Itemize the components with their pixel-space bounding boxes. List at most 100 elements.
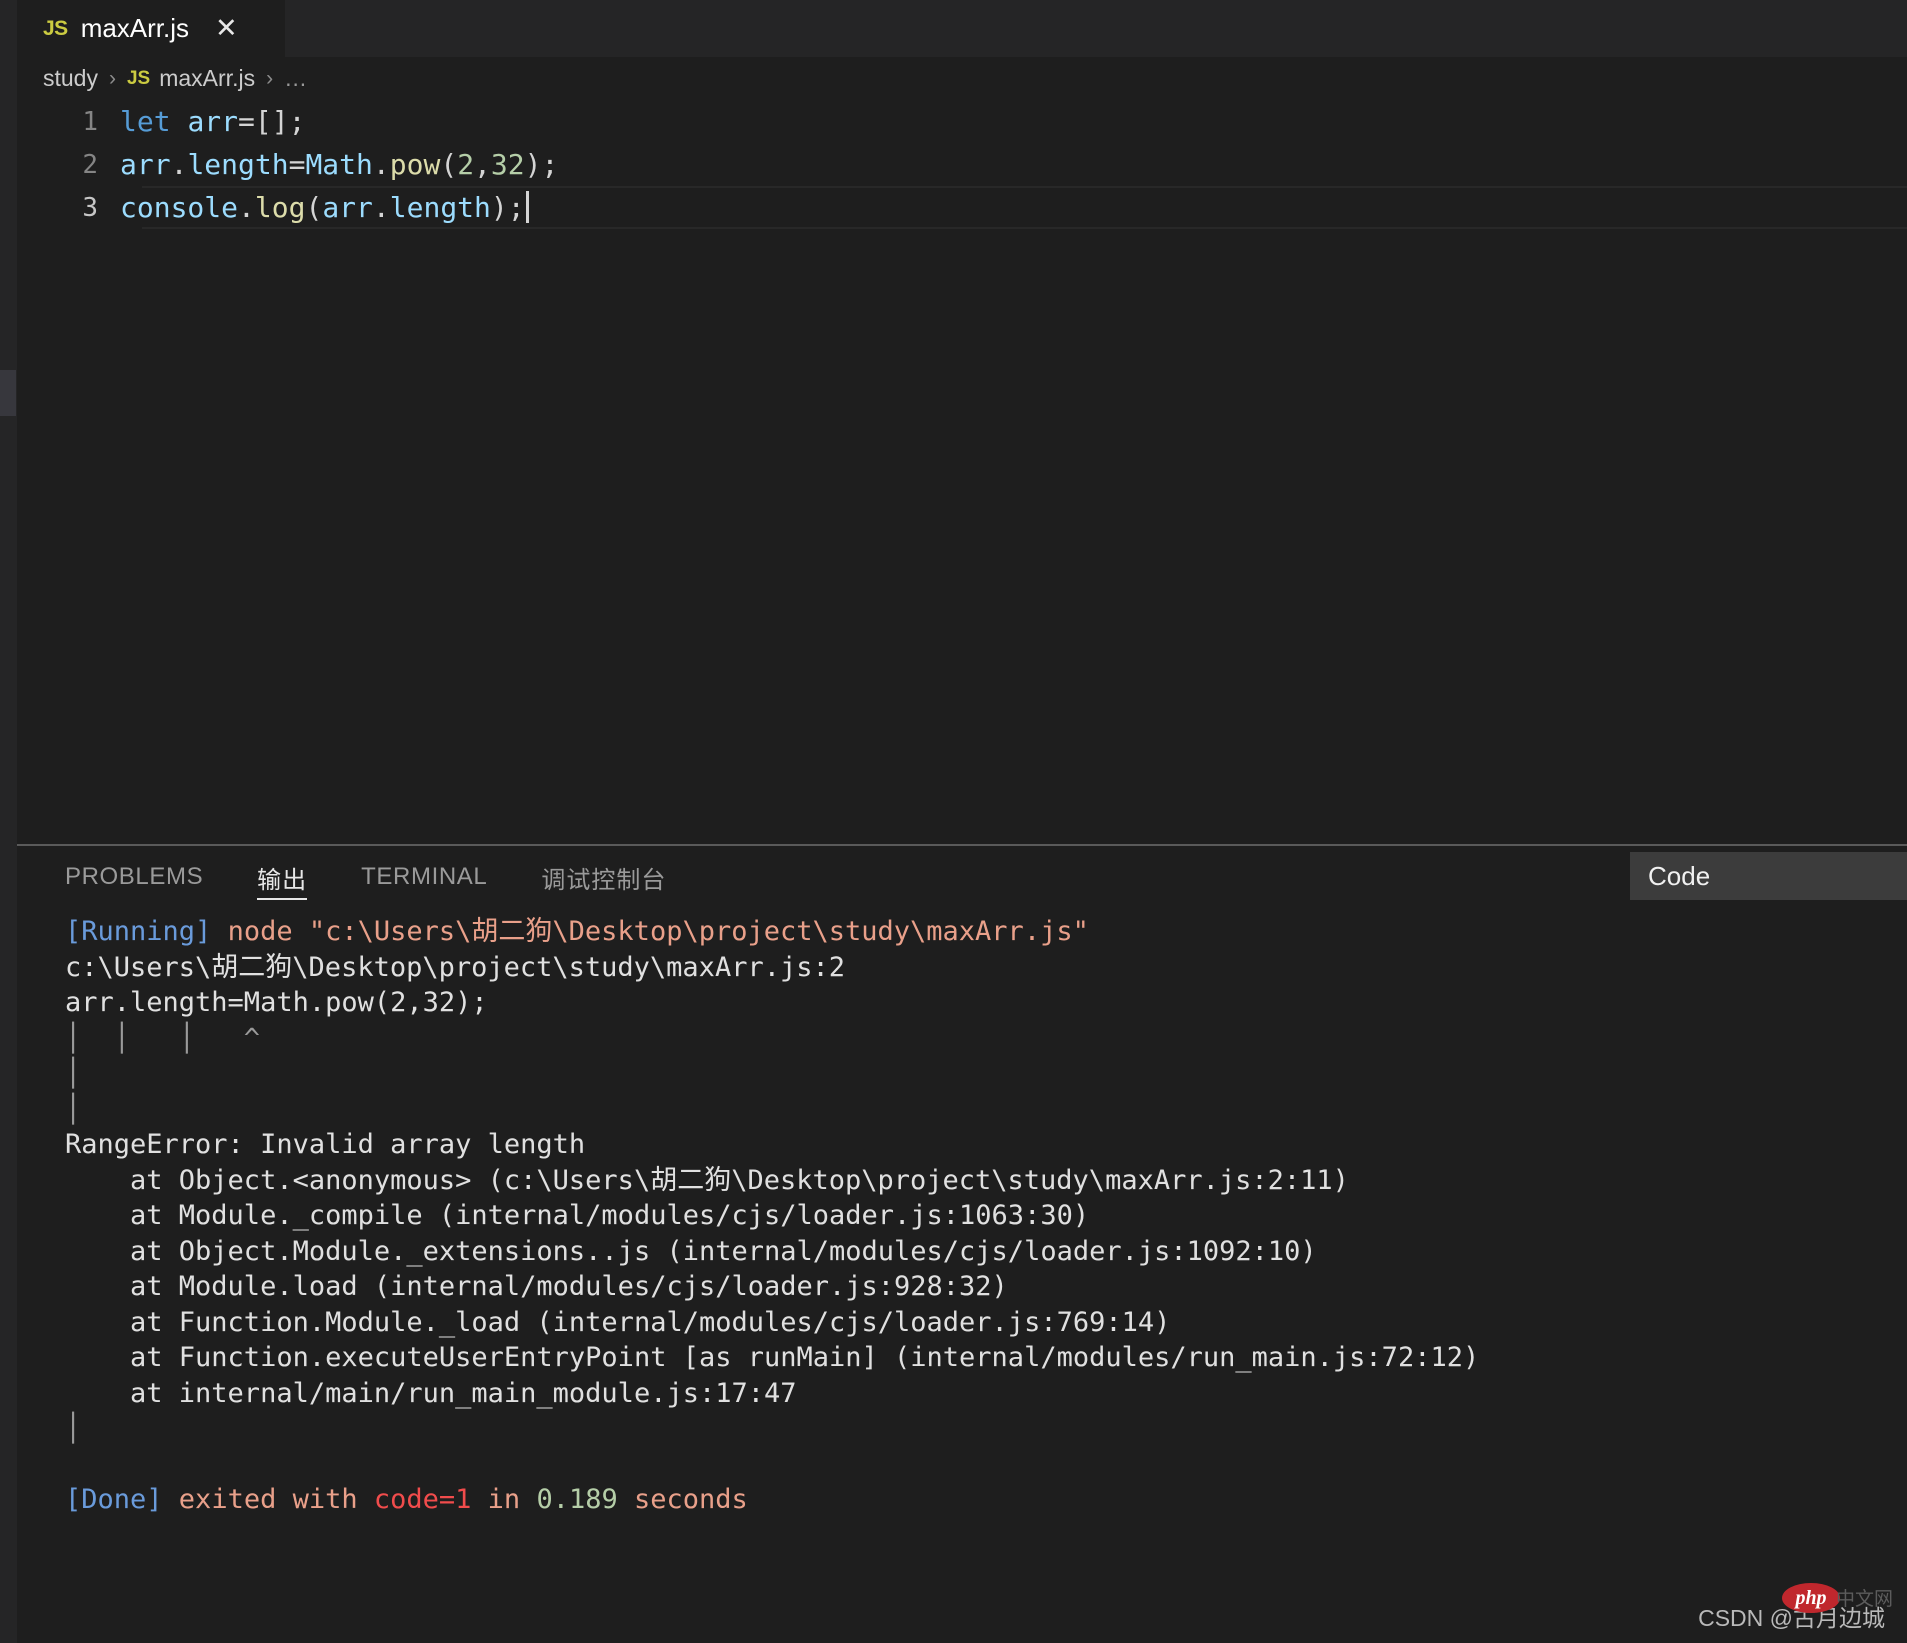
output-line: at Module._compile (internal/modules/cjs… bbox=[65, 1198, 1897, 1234]
code-token: , bbox=[474, 148, 491, 181]
code-lines: 1 let arr=[]; 2 arr.length=Math.pow(2,32); 3… bbox=[17, 100, 1907, 229]
output-segment: [Running] bbox=[65, 916, 212, 947]
panel-tab-3[interactable]: 调试控制台 bbox=[541, 846, 666, 908]
output-segment: at Module._compile (internal/modules/cjs… bbox=[65, 1200, 1090, 1231]
code-token: . bbox=[170, 148, 188, 181]
output-segment: seconds bbox=[617, 1484, 748, 1515]
output-console[interactable]: [Running] node "c:\Users\胡二狗\Desktop\pro… bbox=[65, 914, 1897, 1518]
output-line: at internal/main/run_main_module.js:17:4… bbox=[65, 1376, 1897, 1412]
output-line: at Object.Module._extensions..js (intern… bbox=[65, 1234, 1897, 1270]
output-segment: RangeError: Invalid array length bbox=[65, 1129, 586, 1160]
output-line: │ │ │ ^ bbox=[65, 1021, 1897, 1057]
code-token: . bbox=[372, 190, 390, 224]
output-segment bbox=[211, 916, 227, 947]
code-line[interactable]: 2 arr.length=Math.pow(2,32); bbox=[17, 143, 1907, 186]
output-line: c:\Users\胡二狗\Desktop\project\study\maxAr… bbox=[65, 950, 1897, 986]
code-text: let arr=[]; bbox=[120, 105, 305, 138]
output-segment: exited with bbox=[162, 1484, 374, 1515]
chevron-right-icon: › bbox=[108, 66, 116, 90]
output-line: │ bbox=[65, 1056, 1897, 1092]
breadcrumb-file[interactable]: maxArr.js bbox=[159, 65, 255, 92]
code-line[interactable]: 1 let arr=[]; bbox=[17, 100, 1907, 143]
code-token: ); bbox=[524, 148, 559, 181]
output-channel-label: Code bbox=[1648, 860, 1711, 891]
output-segment: c:\Users\胡二狗\Desktop\project\study\maxAr… bbox=[65, 951, 845, 983]
code-token: ( bbox=[440, 148, 458, 181]
code-token: = bbox=[288, 148, 306, 181]
chevron-right-icon: › bbox=[266, 66, 274, 90]
line-number: 2 bbox=[82, 149, 98, 180]
code-token: length bbox=[389, 190, 491, 224]
panel-tab-1[interactable]: 输出 bbox=[257, 846, 308, 908]
code-token: 2 bbox=[457, 148, 475, 181]
output-segment: arr.length=Math.pow(2,32); bbox=[65, 987, 488, 1018]
code-token: arr bbox=[187, 105, 239, 138]
output-segment: code=1 bbox=[373, 1484, 472, 1515]
code-token: 32 bbox=[490, 148, 525, 181]
code-token: pow bbox=[389, 148, 441, 181]
output-segment: at Object.<anonymous> (c:\Users\胡二狗\Desk… bbox=[65, 1164, 1349, 1196]
text-cursor bbox=[525, 190, 529, 223]
php-logo-label: php bbox=[1795, 1586, 1827, 1609]
code-token: let bbox=[120, 105, 171, 138]
code-token: . bbox=[372, 148, 390, 181]
code-token: length bbox=[187, 148, 289, 181]
output-segment: │ │ │ ^ bbox=[65, 1022, 261, 1054]
panel-tab-bar: PROBLEMS 输出 TERMINAL 调试控制台 Code bbox=[17, 846, 1907, 908]
output-segment: at Function.Module._load (internal/modul… bbox=[65, 1306, 1171, 1338]
output-line: at Function.Module._load (internal/modul… bbox=[65, 1305, 1897, 1341]
js-file-icon: JS bbox=[126, 67, 151, 89]
panel-tab-0[interactable]: PROBLEMS bbox=[65, 846, 203, 908]
bottom-panel: PROBLEMS 输出 TERMINAL 调试控制台 Code [Running] n… bbox=[17, 846, 1907, 1643]
output-segment: in bbox=[471, 1484, 537, 1515]
code-token: arr bbox=[322, 190, 373, 224]
line-number: 1 bbox=[82, 106, 98, 137]
code-token: console bbox=[120, 190, 239, 224]
code-token: =[]; bbox=[238, 105, 306, 138]
code-line[interactable]: 3 console.log(arr.length); bbox=[17, 186, 1907, 229]
php-logo-icon: php bbox=[1782, 1583, 1840, 1613]
code-token: Math bbox=[305, 148, 373, 181]
breadcrumb-overflow[interactable]: … bbox=[284, 65, 308, 92]
output-line: │ bbox=[65, 1092, 1897, 1128]
code-token: arr bbox=[120, 148, 171, 181]
output-line: │ bbox=[65, 1411, 1897, 1447]
output-line: RangeError: Invalid array length bbox=[65, 1127, 1897, 1163]
vscode-window: JS maxArr.js ✕ study › JS maxArr.js › … … bbox=[0, 0, 1907, 1643]
output-segment: node "c:\Users\胡二狗\Desktop\project\study… bbox=[227, 916, 1089, 947]
code-text: arr.length=Math.pow(2,32); bbox=[120, 148, 558, 181]
code-text: console.log(arr.length); bbox=[120, 190, 529, 225]
output-line: [Done] exited with code=1 in 0.189 secon… bbox=[65, 1482, 1897, 1518]
watermark-suffix: 中文网 bbox=[1835, 1589, 1893, 1610]
output-segment: │ bbox=[65, 1058, 82, 1089]
panel-tab-2[interactable]: TERMINAL bbox=[361, 846, 487, 908]
output-segment: at Module.load (internal/modules/cjs/loa… bbox=[65, 1271, 1008, 1302]
code-editor[interactable]: 1 let arr=[]; 2 arr.length=Math.pow(2,32); 3… bbox=[17, 100, 1907, 843]
output-segment: at internal/main/run_main_module.js:17:4… bbox=[65, 1377, 797, 1409]
editor-tab-label: maxArr.js bbox=[80, 13, 190, 43]
output-segment: │ bbox=[65, 1413, 82, 1444]
breadcrumb: study › JS maxArr.js › … bbox=[17, 57, 1907, 100]
editor-tab-bar: JS maxArr.js ✕ bbox=[17, 0, 1907, 57]
output-segment: │ bbox=[65, 1093, 82, 1125]
output-line: at Object.<anonymous> (c:\Users\胡二狗\Desk… bbox=[65, 1163, 1897, 1199]
code-token: log bbox=[254, 190, 306, 224]
output-segment: 0.189 bbox=[536, 1484, 618, 1515]
output-line: at Module.load (internal/modules/cjs/loa… bbox=[65, 1269, 1897, 1305]
output-segment: [Done] bbox=[65, 1484, 163, 1515]
output-line: at Function.executeUserEntryPoint [as ru… bbox=[65, 1340, 1897, 1376]
line-number: 3 bbox=[82, 192, 98, 223]
output-segment: at Function.executeUserEntryPoint [as ru… bbox=[65, 1342, 1480, 1373]
breadcrumb-folder[interactable]: study bbox=[43, 65, 98, 92]
close-icon[interactable]: ✕ bbox=[215, 15, 238, 42]
code-token: ( bbox=[305, 190, 323, 224]
left-rail bbox=[0, 0, 17, 1643]
code-token: ); bbox=[490, 190, 525, 224]
output-channel-select[interactable]: Code bbox=[1630, 852, 1907, 900]
vertical-scrollbar-slider[interactable] bbox=[0, 370, 16, 416]
code-token: . bbox=[238, 190, 255, 224]
editor-tab-maxarr-js[interactable]: JS maxArr.js ✕ bbox=[17, 0, 285, 57]
output-line: [Running] node "c:\Users\胡二狗\Desktop\pro… bbox=[65, 914, 1897, 950]
